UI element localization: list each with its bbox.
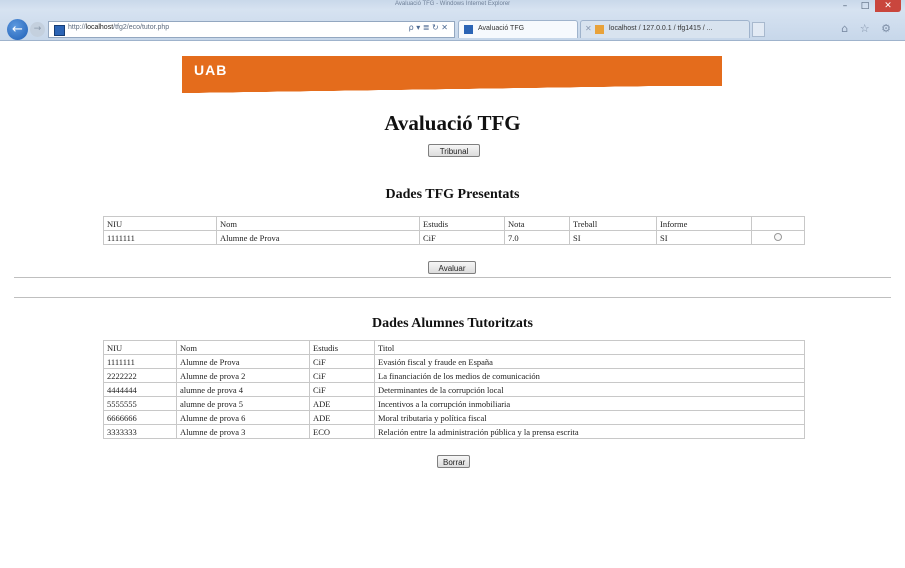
cell-titol: Moral tributaria y política fiscal — [374, 410, 805, 425]
column-header: NIU — [103, 340, 177, 355]
table-row[interactable]: 4444444 alumne de prova 4 CiF Determinan… — [103, 382, 805, 397]
url-prefix: http:// — [68, 24, 86, 31]
column-header: Nom — [216, 216, 420, 231]
column-header — [751, 216, 805, 231]
toolbar-icons[interactable]: ⌂ ☆ ⚙ — [841, 22, 895, 35]
table-header-row: NIU Nom Estudis Titol — [103, 340, 805, 355]
cell-niu: 5555555 — [103, 396, 177, 411]
page-title: Avaluació TFG — [384, 111, 521, 135]
table-row[interactable]: 3333333 Alumne de prova 3 ECO Relación e… — [103, 424, 805, 439]
table-row[interactable]: 6666666 Alumne de prova 6 ADE Moral trib… — [103, 410, 805, 425]
tab-favicon-icon — [464, 25, 473, 34]
cell-niu: 4444444 — [103, 382, 177, 397]
cell-estudis: ECO — [309, 424, 375, 439]
maximize-button[interactable]: □ — [855, 0, 875, 12]
cell-nom: Alumne de prova 6 — [176, 410, 310, 425]
tab-avaluacio[interactable]: Avaluació TFG — [458, 20, 578, 38]
address-bar-icons[interactable]: ρ ▾ ≣ ↻ ✕ — [409, 23, 448, 32]
cell-estudis: ADE — [309, 396, 375, 411]
alumnes-tutoritzats-table: NIU Nom Estudis Titol 1111111 Alumne de … — [103, 340, 805, 439]
avaluar-button[interactable]: Avaluar — [428, 261, 476, 274]
cell-nom: Alumne de Prova — [176, 354, 310, 369]
cell-titol: Evasión fiscal y fraude en España — [374, 354, 805, 369]
borrar-button[interactable]: Borrar — [437, 455, 470, 468]
cell-titol: La financiación de los medios de comunic… — [374, 368, 805, 383]
minimize-button[interactable]: – — [835, 0, 855, 12]
forward-button[interactable]: → — [30, 22, 45, 37]
url-host: localhost — [85, 24, 114, 31]
divider — [14, 297, 891, 298]
close-window-button[interactable]: ✕ — [875, 0, 901, 12]
column-header: NIU — [103, 216, 217, 231]
browser-chrome: Avaluació TFG - Windows Internet Explore… — [0, 0, 905, 41]
column-header: Nota — [504, 216, 570, 231]
table-row[interactable]: 5555555 alumne de prova 5 ADE Incentivos… — [103, 396, 805, 411]
cell-estudis: CiF — [419, 230, 505, 245]
table-row: 1111111 Alumne de Prova CiF 7.0 SI SI — [103, 230, 805, 245]
cell-niu: 1111111 — [103, 354, 177, 369]
cell-nom: Alumne de prova 3 — [176, 424, 310, 439]
column-header: Titol — [374, 340, 805, 355]
new-tab-button[interactable] — [752, 22, 765, 37]
banner-slant — [182, 85, 722, 93]
url-text[interactable]: http://localhost/tfg2/eco/tutor.php — [68, 24, 169, 31]
uab-logo: UAB — [194, 62, 228, 78]
cell-niu: 1111111 — [103, 230, 217, 245]
select-radio[interactable] — [774, 232, 782, 241]
cell-nom: alumne de prova 5 — [176, 396, 310, 411]
cell-estudis: CiF — [309, 354, 375, 369]
tribunal-button[interactable]: Tribunal — [428, 144, 480, 157]
cell-titol: Incentivos a la corrupción inmobiliaria — [374, 396, 805, 411]
cell-niu: 6666666 — [103, 410, 177, 425]
address-bar[interactable]: http://localhost/tfg2/eco/tutor.php ρ ▾ … — [48, 21, 455, 38]
cell-nom: Alumne de prova 2 — [176, 368, 310, 383]
column-header: Estudis — [419, 216, 505, 231]
window-title: Avaluació TFG - Windows Internet Explore… — [395, 1, 511, 7]
page-content: UAB Avaluació TFG Tribunal Dades TFG Pre… — [0, 41, 905, 568]
window-controls: – □ ✕ — [835, 0, 901, 12]
section-title-tutoritzats: Dades Alumnes Tutoritzats — [371, 316, 534, 331]
tfg-presentats-table: NIU Nom Estudis Nota Treball Informe 111… — [103, 216, 805, 245]
cell-nom: Alumne de Prova — [216, 230, 420, 245]
cell-nom: alumne de prova 4 — [176, 382, 310, 397]
cell-niu: 2222222 — [103, 368, 177, 383]
cell-informe: SI — [656, 230, 752, 245]
table-row[interactable]: 2222222 Alumne de prova 2 CiF La financi… — [103, 368, 805, 383]
cell-estudis: CiF — [309, 368, 375, 383]
tab-favicon-icon — [595, 25, 604, 34]
section-title-presentats: Dades TFG Presentats — [385, 187, 520, 202]
table-header-row: NIU Nom Estudis Nota Treball Informe — [103, 216, 805, 231]
back-button[interactable]: ← — [7, 19, 28, 40]
title-bar: Avaluació TFG - Windows Internet Explore… — [0, 0, 905, 12]
close-tab-icon[interactable]: ✕ — [585, 24, 592, 33]
column-header: Treball — [569, 216, 657, 231]
column-header: Informe — [656, 216, 752, 231]
cell-titol: Relación entre la administración pública… — [374, 424, 805, 439]
arrow-left-icon: ← — [12, 22, 23, 37]
tab-label: Avaluació TFG — [478, 25, 525, 32]
column-header: Estudis — [309, 340, 375, 355]
cell-nota: 7.0 — [504, 230, 570, 245]
cell-estudis: ADE — [309, 410, 375, 425]
column-header: Nom — [176, 340, 310, 355]
cell-select — [751, 230, 805, 245]
arrow-right-icon: → — [33, 24, 42, 34]
site-favicon-icon — [54, 25, 65, 36]
table-row[interactable]: 1111111 Alumne de Prova CiF Evasión fisc… — [103, 354, 805, 369]
cell-niu: 3333333 — [103, 424, 177, 439]
tab-phpmyadmin[interactable]: ✕ localhost / 127.0.0.1 / tfg1415 / ... — [580, 20, 750, 38]
header-banner: UAB — [182, 56, 722, 86]
tab-label: localhost / 127.0.0.1 / tfg1415 / ... — [609, 25, 713, 32]
cell-titol: Determinantes de la corrupción local — [374, 382, 805, 397]
cell-treball: SI — [569, 230, 657, 245]
url-path: /tfg2/eco/tutor.php — [113, 24, 170, 31]
cell-estudis: CiF — [309, 382, 375, 397]
divider — [14, 277, 891, 278]
